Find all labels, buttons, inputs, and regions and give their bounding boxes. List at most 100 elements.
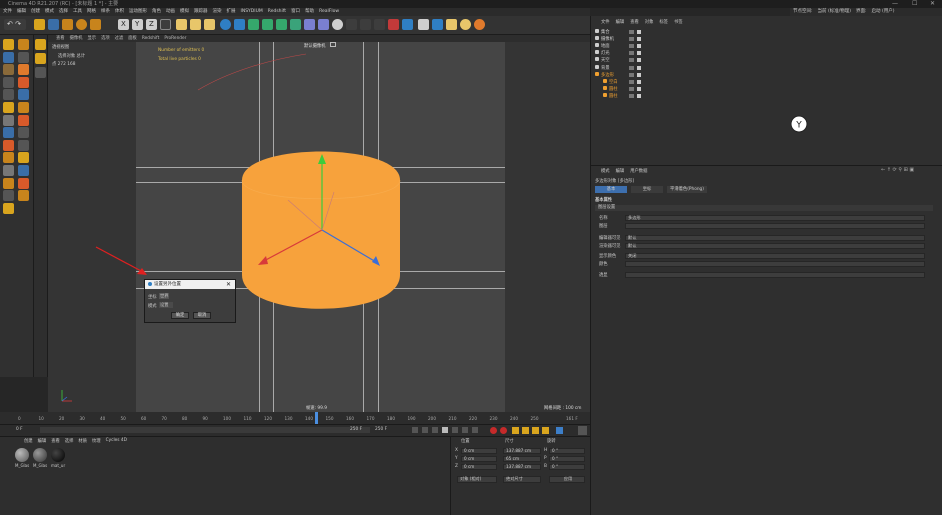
attribute-menu-item[interactable]: 编辑 xyxy=(616,168,625,174)
menu-item[interactable]: 扩展 xyxy=(227,8,236,16)
rotation-field[interactable]: 0 ° xyxy=(549,464,585,470)
scale-tool-icon[interactable] xyxy=(62,19,73,30)
attribute-field[interactable] xyxy=(625,272,925,278)
size-field[interactable]: 137.887 cm xyxy=(503,464,541,470)
select-tool-icon[interactable] xyxy=(48,19,59,30)
enable-check-icon[interactable] xyxy=(637,30,641,34)
tab-basic[interactable]: 基本 xyxy=(595,186,627,193)
enable-check-icon[interactable] xyxy=(637,58,641,63)
layout-item[interactable]: 当前 (标准/物理) xyxy=(818,8,851,16)
menu-item[interactable]: 样条 xyxy=(101,8,110,16)
uv-icon[interactable] xyxy=(3,127,14,139)
paint-icon[interactable] xyxy=(18,127,29,139)
plane-icon[interactable] xyxy=(18,51,29,63)
subdivision-icon[interactable] xyxy=(248,19,259,30)
menu-item[interactable]: 窗口 xyxy=(291,8,300,16)
enable-check-icon[interactable] xyxy=(637,65,641,70)
wire-icon[interactable] xyxy=(3,202,14,214)
visibility-icon[interactable] xyxy=(629,72,634,77)
material-menu-item[interactable]: 选择 xyxy=(65,438,74,444)
array-icon[interactable] xyxy=(18,165,29,176)
grid-icon[interactable] xyxy=(418,19,429,30)
visibility-icon[interactable] xyxy=(629,65,634,70)
visibility-icon[interactable] xyxy=(629,51,634,56)
rotation-field[interactable]: 0 ° xyxy=(549,456,585,462)
camera-icon[interactable] xyxy=(330,42,336,47)
x-axis-lock-icon[interactable]: X xyxy=(118,19,129,30)
render-view-icon[interactable] xyxy=(176,19,187,30)
menu-item[interactable]: 跟踪器 xyxy=(194,8,208,16)
coordinate-select[interactable]: 世界 xyxy=(159,293,169,299)
material-menu-item[interactable]: 查看 xyxy=(51,438,60,444)
render-settings-icon[interactable] xyxy=(204,19,215,30)
particle-icon[interactable] xyxy=(360,19,371,30)
rotate-tool-icon[interactable] xyxy=(76,19,87,30)
pen-spline-icon[interactable] xyxy=(234,19,245,30)
end-frame[interactable]: 250 F xyxy=(350,427,362,432)
start-frame[interactable]: 0 F xyxy=(16,427,23,432)
viewport-menu-item[interactable]: 摄像机 xyxy=(70,35,83,42)
position-field[interactable]: 0 cm xyxy=(461,456,497,462)
rs-sun-icon[interactable] xyxy=(460,19,471,30)
material-menu-item[interactable]: 创建 xyxy=(24,438,33,444)
max-frame[interactable]: 250 F xyxy=(375,427,387,432)
material-menu-item[interactable]: Cycles 4D xyxy=(106,438,127,444)
hair-icon[interactable] xyxy=(3,190,14,202)
cylinder-icon[interactable] xyxy=(3,51,14,63)
attribute-field[interactable]: 多边形 xyxy=(625,215,925,221)
menu-item[interactable]: 文件 xyxy=(3,8,12,16)
rs-light-icon[interactable] xyxy=(446,19,457,30)
cube-icon[interactable] xyxy=(3,39,14,50)
bevel-icon[interactable] xyxy=(3,102,14,113)
viewport[interactable]: 透视视图 选择对象 总计 点 272 168 Number of emitter… xyxy=(48,42,590,412)
bridge-icon[interactable] xyxy=(18,102,29,113)
size-field[interactable]: 65 cm xyxy=(503,456,541,462)
axis-icon[interactable] xyxy=(35,67,46,78)
visibility-icon[interactable] xyxy=(629,44,634,49)
camera-label[interactable]: 默认摄像机 xyxy=(304,43,325,49)
menu-item[interactable]: 运动图形 xyxy=(129,8,147,16)
menu-item[interactable]: INSYDIUM xyxy=(241,8,263,16)
floor-icon[interactable] xyxy=(304,19,315,30)
smooth-icon[interactable] xyxy=(18,152,29,164)
cube-primitive-icon[interactable] xyxy=(220,19,231,30)
attribute-field[interactable]: 默认 xyxy=(625,243,925,249)
minimize-button[interactable]: — xyxy=(892,0,898,8)
visibility-icon[interactable] xyxy=(629,30,634,34)
close-icon[interactable]: ✕ xyxy=(226,280,231,289)
texture-icon[interactable] xyxy=(18,114,29,126)
next-key-icon[interactable] xyxy=(462,427,468,433)
object-menu-item[interactable]: 书签 xyxy=(674,19,683,25)
viewport-menu-item[interactable]: 选项 xyxy=(101,35,110,42)
render-picture-viewer-icon[interactable] xyxy=(190,19,201,30)
field-icon[interactable] xyxy=(290,19,301,30)
null-icon[interactable] xyxy=(18,64,29,76)
cancel-button[interactable]: 取消 xyxy=(193,312,211,319)
size-field[interactable]: 137.887 cm xyxy=(503,448,541,454)
layer-section[interactable]: 图层设置 xyxy=(595,205,933,211)
enable-check-icon[interactable] xyxy=(637,79,641,84)
menu-item[interactable]: 帮助 xyxy=(305,8,314,16)
weld-icon[interactable] xyxy=(3,114,14,126)
menu-item[interactable]: 编辑 xyxy=(17,8,26,16)
visibility-icon[interactable] xyxy=(629,86,634,91)
menu-item[interactable]: 动画 xyxy=(166,8,175,16)
menu-item[interactable]: 选择 xyxy=(59,8,68,16)
z-axis-lock-icon[interactable]: Z xyxy=(146,19,157,30)
menu-item[interactable]: 模式 xyxy=(45,8,54,16)
key-param-icon[interactable] xyxy=(542,427,549,434)
apply-button[interactable]: 应用 xyxy=(549,476,585,483)
go-end-icon[interactable] xyxy=(472,427,478,433)
material-swatch[interactable] xyxy=(51,448,65,462)
close-window-button[interactable]: ✕ xyxy=(930,0,935,8)
xp-emitter-icon[interactable] xyxy=(388,19,399,30)
deformer-icon[interactable] xyxy=(18,177,29,189)
menu-item[interactable]: RealFlow xyxy=(319,8,339,16)
position-field[interactable]: 0 cm xyxy=(461,464,497,470)
material-menu-item[interactable]: 材质 xyxy=(78,438,87,444)
light-object-icon[interactable] xyxy=(332,19,343,30)
visibility-icon[interactable] xyxy=(629,93,634,98)
mode-select[interactable]: 对象 (相对) xyxy=(457,476,497,483)
tab-phong[interactable]: 平滑着色(Phong) xyxy=(667,186,707,193)
object-menu-item[interactable]: 文件 xyxy=(601,19,610,25)
